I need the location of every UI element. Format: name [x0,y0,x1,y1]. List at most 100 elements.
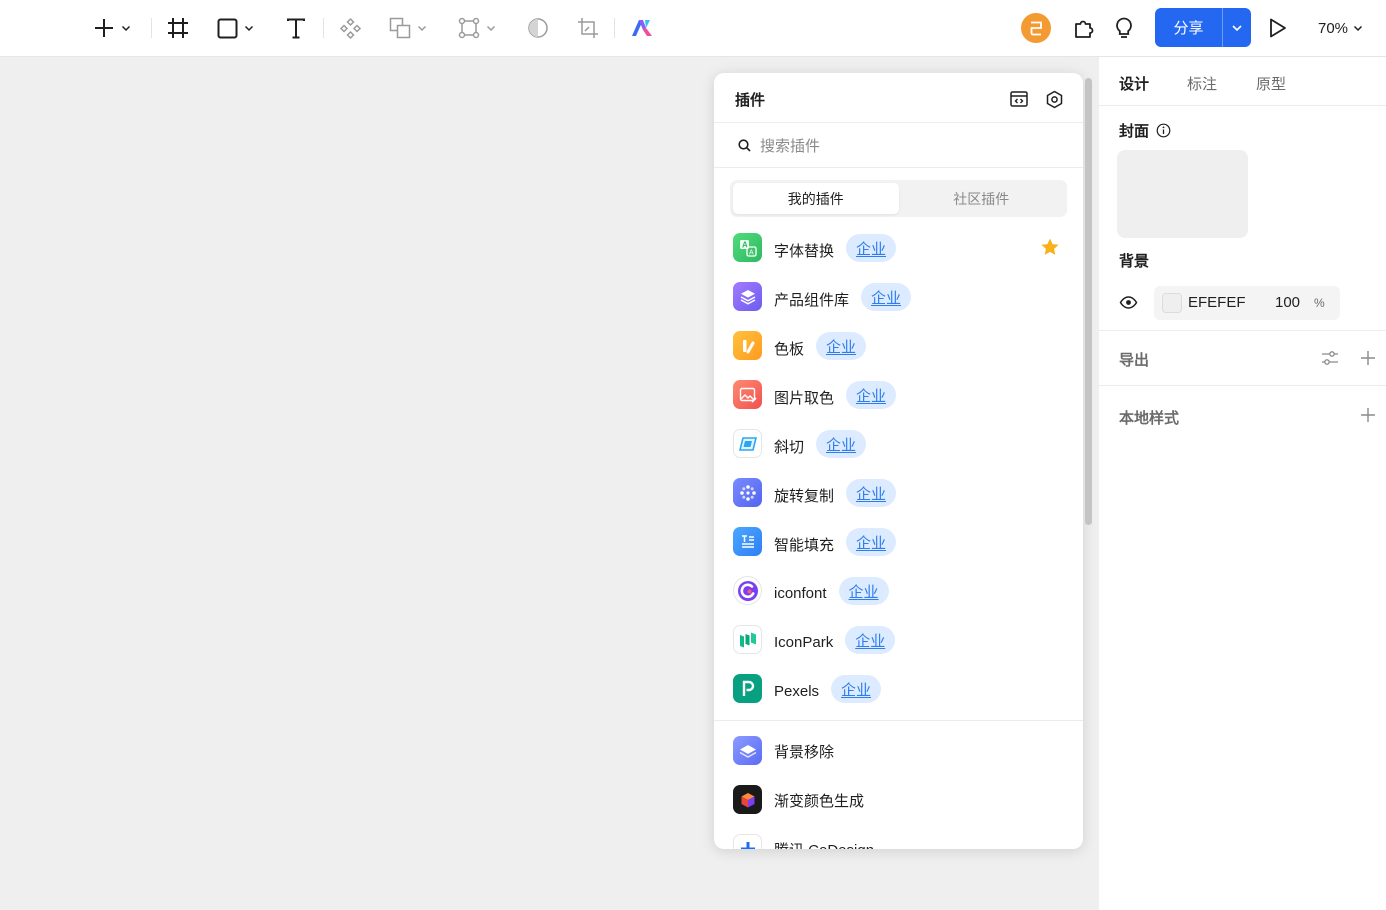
background-section-title: 背景 [1119,253,1150,270]
iconpark-logo-icon [733,625,762,654]
cover-section-title: 封面 [1119,120,1171,141]
export-section-title: 导出 [1119,352,1150,369]
plugin-item-rotate-copy[interactable]: 旋转复制 企业 [714,468,1083,517]
crop-tool-button[interactable] [577,14,599,42]
plugin-item-font-replace[interactable]: AA 字体替换 企业 [714,223,1083,272]
plugin-name: Pexels 企业 [774,675,882,703]
vector-network-tool-button[interactable] [458,14,496,42]
plugin-name: 渐变颜色生成 [774,793,865,810]
cover-thumbnail[interactable] [1117,150,1248,238]
play-icon [1270,18,1286,38]
plugin-search-input[interactable] [760,133,1060,159]
tips-button[interactable] [1114,14,1134,42]
info-icon[interactable] [1156,123,1171,138]
background-color-field: EFEFEF 100 % [1154,286,1340,320]
plugin-item-image-color[interactable]: 图片取色 企业 [714,370,1083,419]
tab-my-plugins[interactable]: 我的插件 [733,183,899,214]
plugin-item-iconfont[interactable]: iconfont 企业 [714,566,1083,615]
rotate-copy-icon [733,478,762,507]
tab-design[interactable]: 设计 [1119,73,1149,94]
plus-icon [1361,408,1375,422]
properties-panel: 设计 标注 原型 封面 背景 EFEFEF 100 % 导出 本地样式 [1099,57,1386,910]
plugin-search [714,123,1083,168]
mask-tool-button[interactable] [527,14,549,42]
export-settings-button[interactable] [1320,348,1340,368]
zoom-select[interactable]: 70% [1318,18,1363,38]
enterprise-badge: 企业 [831,675,882,703]
smart-fill-icon [733,527,762,556]
plugin-item-codesign[interactable]: 腾讯 CoDesign [714,824,1083,849]
enterprise-badge: 企业 [846,528,897,556]
component-icon [339,17,362,39]
tab-prototype[interactable]: 原型 [1256,73,1286,94]
frame-icon [168,18,188,38]
chevron-down-icon [121,25,131,32]
component-tool-button[interactable] [339,14,362,42]
rectangle-icon [217,18,238,38]
user-initial-glyph [1030,21,1042,36]
puzzle-icon [1075,20,1094,38]
vector-icon [458,17,480,39]
plugin-item-iconpark[interactable]: IconPark 企业 [714,615,1083,664]
plugin-item-skew[interactable]: 斜切 企业 [714,419,1083,468]
plugin-item-bg-remove[interactable]: 背景移除 [714,726,1083,775]
add-tool-button[interactable] [93,14,131,42]
tab-annotate[interactable]: 标注 [1187,73,1217,94]
tab-community-plugins[interactable]: 社区插件 [899,183,1065,214]
gradient-cube-icon [733,785,762,814]
color-swatch[interactable] [1162,293,1182,313]
plugin-item-smart-fill[interactable]: 智能填充 企业 [714,517,1083,566]
avatar[interactable] [1021,13,1051,43]
plugin-button[interactable] [1073,14,1095,42]
plus-icon [95,19,113,37]
gear-icon [1046,90,1062,108]
top-toolbar: 分享 70% [0,0,1386,57]
plugin-name: 旋转复制 企业 [774,479,897,507]
enterprise-badge: 企业 [861,283,912,311]
hex-input[interactable]: EFEFEF [1188,294,1246,311]
plugin-name: 图片取色 企业 [774,381,897,409]
plugin-dev-button[interactable] [1009,89,1029,109]
palette-icon [733,331,762,360]
properties-tabs: 设计 标注 原型 [1099,57,1386,106]
search-icon [738,139,751,152]
add-local-style-button[interactable] [1358,405,1378,425]
plugin-settings-button[interactable] [1044,89,1064,109]
enterprise-badge: 企业 [816,430,867,458]
lightbulb-icon [1116,17,1132,38]
share-button-group: 分享 [1155,8,1251,47]
chevron-down-icon [417,25,427,32]
ai-tool-button[interactable] [630,14,654,42]
eye-icon[interactable] [1119,294,1138,311]
shape-tool-button[interactable] [217,14,254,42]
preview-button[interactable] [1268,14,1288,42]
chevron-down-icon [244,25,254,32]
frame-tool-button[interactable] [167,14,189,42]
plugin-name: 斜切 企业 [774,430,867,458]
plugin-list-divider [714,720,1083,721]
plugin-panel: 插件 我的插件 社区插件 AA 字体替换企业 产品组件库企业 [714,73,1083,849]
share-button[interactable]: 分享 [1155,8,1222,47]
opacity-input[interactable]: 100 [1275,294,1300,311]
share-dropdown-button[interactable] [1222,8,1251,47]
section-divider [1099,330,1386,331]
bg-remove-icon [733,736,762,765]
plugin-panel-scrollbar[interactable] [1085,78,1092,525]
plugin-item-palette[interactable]: 色板 企业 [714,321,1083,370]
plugin-item-gradient-gen[interactable]: 渐变颜色生成 [714,775,1083,824]
section-divider [1099,385,1386,386]
boolean-tool-button[interactable] [389,14,427,42]
plugin-item-product-components[interactable]: 产品组件库 企业 [714,272,1083,321]
enterprise-badge: 企业 [846,479,897,507]
star-icon[interactable] [1040,237,1060,257]
image-picker-icon [733,380,762,409]
plus-icon [1361,351,1375,365]
plugin-item-pexels[interactable]: Pexels 企业 [714,664,1083,713]
enterprise-badge: 企业 [846,381,897,409]
text-tool-button[interactable] [286,14,306,42]
plugin-panel-header: 插件 [714,73,1083,123]
mask-icon [528,18,548,38]
font-replace-icon: AA [733,233,762,262]
plugin-name: 字体替换 企业 [774,234,897,262]
add-export-button[interactable] [1358,348,1378,368]
